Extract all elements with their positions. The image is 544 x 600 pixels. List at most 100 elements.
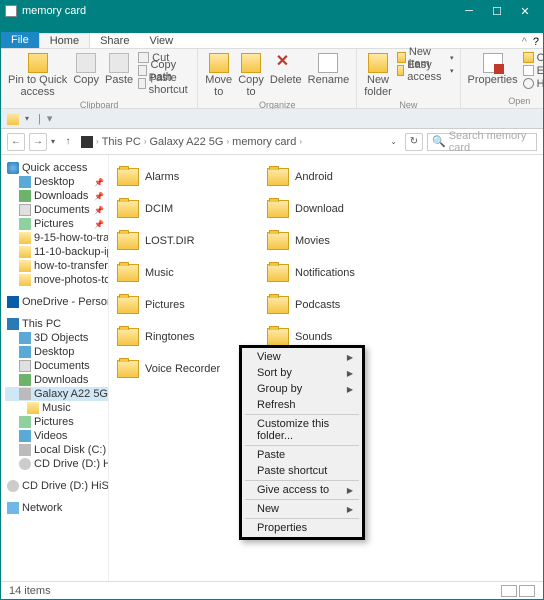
folder-label: Download — [295, 203, 344, 215]
folder-label: Movies — [295, 235, 330, 247]
file-tab[interactable]: File — [1, 32, 39, 48]
delete-button[interactable]: ✕Delete — [267, 51, 305, 100]
copy-to-button[interactable]: Copy to — [235, 51, 267, 100]
help-icon[interactable]: ? — [533, 36, 539, 48]
qat-overflow-icon[interactable]: ▾ — [47, 112, 53, 125]
ctx-paste[interactable]: Paste — [243, 447, 361, 463]
search-input[interactable]: 🔍Search memory card — [427, 133, 537, 151]
tree-3d-objects[interactable]: 3D Objects — [5, 331, 108, 345]
breadcrumb-segment[interactable]: memory card — [232, 136, 296, 148]
folder-item[interactable]: DCIM — [113, 193, 263, 225]
folder-item[interactable]: Notifications — [263, 257, 413, 289]
history-button[interactable]: History — [521, 77, 544, 90]
home-tab[interactable]: Home — [39, 33, 90, 48]
forward-button[interactable]: → — [29, 133, 47, 151]
tree-pictures[interactable]: Pictures — [5, 415, 108, 429]
thumbnails-view-button[interactable] — [519, 585, 535, 597]
open-button[interactable]: Open▾ — [521, 51, 544, 64]
view-tab[interactable]: View — [139, 33, 183, 48]
tree-galaxy[interactable]: Galaxy A22 5G — [5, 387, 108, 401]
qat-dropdown-icon[interactable]: ▾ — [25, 114, 29, 123]
folder-icon — [117, 168, 139, 186]
drive-icon — [81, 136, 93, 148]
maximize-button[interactable]: ☐ — [483, 2, 511, 20]
ctx-customize[interactable]: Customize this folder... — [243, 416, 361, 444]
tree-item[interactable]: 9-15-how-to-transfer-p — [5, 231, 108, 245]
tree-desktop[interactable]: Desktop — [5, 345, 108, 359]
folder-icon — [7, 113, 19, 125]
folder-item[interactable]: Android — [263, 161, 413, 193]
minimize-button[interactable]: ─ — [455, 2, 483, 20]
copy-button[interactable]: Copy — [70, 51, 102, 100]
folder-item[interactable]: LOST.DIR — [113, 225, 263, 257]
up-button[interactable]: ↑ — [59, 133, 77, 151]
folder-icon — [267, 200, 289, 218]
tree-documents[interactable]: Documents — [5, 359, 108, 373]
ctx-give-access[interactable]: Give access to▶ — [243, 482, 361, 498]
app-icon — [5, 5, 17, 17]
breadcrumb-segment[interactable]: This PC — [102, 136, 141, 148]
move-to-button[interactable]: Move to — [202, 51, 235, 100]
folder-icon — [267, 264, 289, 282]
tree-music[interactable]: Music — [5, 401, 108, 415]
folder-label: DCIM — [145, 203, 173, 215]
tree-quick-access[interactable]: Quick access — [5, 161, 108, 175]
tree-cd-drive[interactable]: CD Drive (D:) HiSuite — [5, 479, 108, 493]
tree-cd-drive[interactable]: CD Drive (D:) HiSuite — [5, 457, 108, 471]
folder-label: Music — [145, 267, 174, 279]
new-folder-button[interactable]: New folder — [361, 51, 395, 100]
open-group-label: Open — [465, 96, 544, 106]
back-button[interactable]: ← — [7, 133, 25, 151]
ctx-refresh[interactable]: Refresh — [243, 397, 361, 413]
menu-strip — [1, 21, 543, 33]
properties-button[interactable]: Properties — [465, 51, 521, 90]
folder-icon — [117, 200, 139, 218]
ctx-paste-shortcut[interactable]: Paste shortcut — [243, 463, 361, 479]
history-dropdown-icon[interactable]: ▾ — [51, 137, 55, 146]
tree-downloads[interactable]: Downloads — [5, 373, 108, 387]
ctx-properties[interactable]: Properties — [243, 520, 361, 536]
tree-this-pc[interactable]: This PC — [5, 317, 108, 331]
folder-label: Ringtones — [145, 331, 195, 343]
edit-button[interactable]: Edit — [521, 64, 544, 77]
share-tab[interactable]: Share — [90, 33, 139, 48]
breadcrumb[interactable]: › This PC› Galaxy A22 5G› memory card› — [81, 136, 386, 148]
tree-network[interactable]: Network — [5, 501, 108, 515]
paste-button[interactable]: Paste — [102, 51, 136, 100]
folder-item[interactable]: Alarms — [113, 161, 263, 193]
titlebar[interactable]: memory card ─ ☐ ✕ — [1, 1, 543, 21]
ribbon-expand-icon[interactable]: ^ — [516, 36, 533, 48]
rename-button[interactable]: Rename — [305, 51, 353, 100]
breadcrumb-segment[interactable]: Galaxy A22 5G — [149, 136, 223, 148]
tree-item[interactable]: how-to-transfer-photo — [5, 259, 108, 273]
tree-item[interactable]: move-photos-to-sd-ca — [5, 273, 108, 287]
paste-shortcut-button[interactable]: Paste shortcut — [136, 77, 193, 90]
tree-videos[interactable]: Videos — [5, 429, 108, 443]
tree-pictures[interactable]: Pictures📌 — [5, 217, 108, 231]
pin-quick-access-button[interactable]: Pin to Quick access — [5, 51, 70, 100]
folder-item[interactable]: Podcasts — [263, 289, 413, 321]
tree-item[interactable]: 11-10-backup-iphone-t — [5, 245, 108, 259]
tree-downloads[interactable]: Downloads📌 — [5, 189, 108, 203]
folder-item[interactable]: Movies — [263, 225, 413, 257]
address-dropdown-icon[interactable]: ⌄ — [390, 137, 397, 146]
tree-documents[interactable]: Documents📌 — [5, 203, 108, 217]
folder-item[interactable]: Download — [263, 193, 413, 225]
easy-access-button[interactable]: Easy access▾ — [395, 64, 456, 77]
tree-desktop[interactable]: Desktop📌 — [5, 175, 108, 189]
folder-icon — [117, 360, 139, 378]
ctx-view[interactable]: View▶ — [243, 349, 361, 365]
tree-onedrive[interactable]: OneDrive - Personal — [5, 295, 108, 309]
file-list[interactable]: Alarms Android DCIM Download LOST.DIR Movies M… — [109, 155, 543, 581]
folder-item[interactable]: Music — [113, 257, 263, 289]
refresh-button[interactable]: ↻ — [405, 133, 423, 151]
ctx-sort-by[interactable]: Sort by▶ — [243, 365, 361, 381]
tree-local-disk[interactable]: Local Disk (C:) — [5, 443, 108, 457]
folder-label: Alarms — [145, 171, 179, 183]
details-view-button[interactable] — [501, 585, 517, 597]
close-button[interactable]: ✕ — [511, 2, 539, 20]
folder-item[interactable]: Pictures — [113, 289, 263, 321]
ctx-new[interactable]: New▶ — [243, 501, 361, 517]
nav-tree[interactable]: Quick access Desktop📌 Downloads📌 Documen… — [1, 155, 109, 581]
ctx-group-by[interactable]: Group by▶ — [243, 381, 361, 397]
